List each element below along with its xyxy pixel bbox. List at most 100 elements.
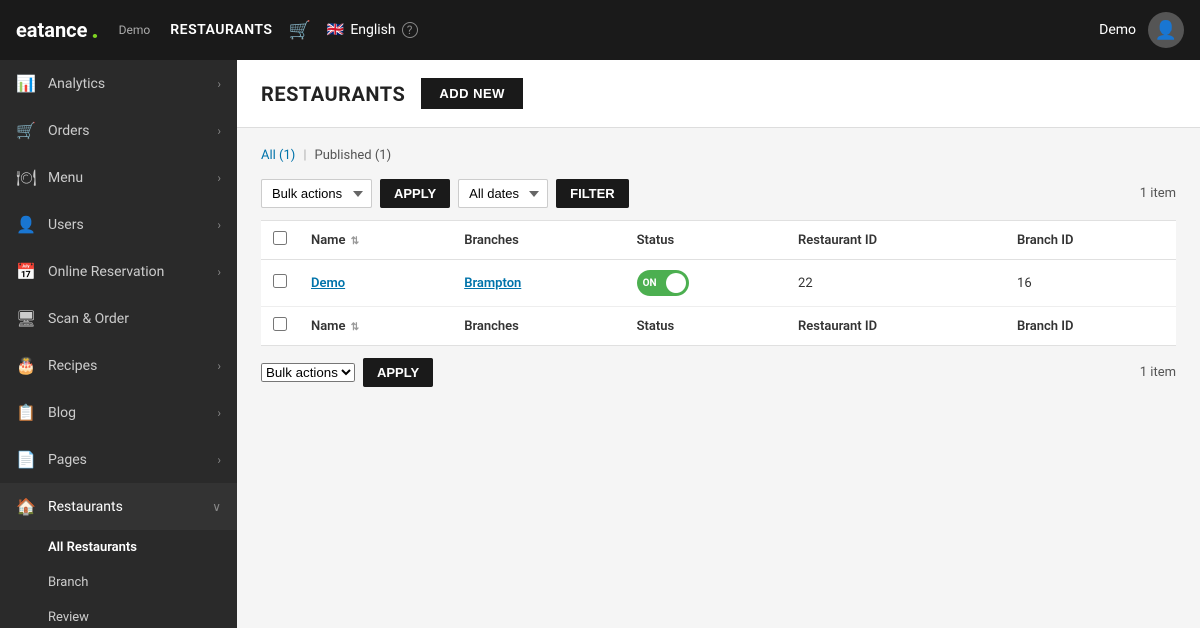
sort-icon-footer: ⇅ [351,322,359,333]
filter-tab-published[interactable]: Published (1) [315,148,392,163]
filter-button[interactable]: FILTER [556,179,629,208]
sidebar-item-scan-order[interactable]: 🖥 Scan & Order [0,295,237,342]
tab-separator: | [303,148,306,163]
footer-name[interactable]: Name ⇅ [299,307,452,346]
add-new-button[interactable]: ADD NEW [421,78,523,109]
select-all-checkbox-bottom[interactable] [273,317,287,331]
bulk-actions-select-top[interactable]: Bulk actions [261,179,372,208]
toggle-on-label: ON [643,278,657,289]
language-label: English [350,22,395,38]
bottom-filter-bar: Bulk actions APPLY 1 item [261,358,1176,387]
avatar-icon: 👤 [1155,20,1177,41]
footer-checkbox-col [261,307,299,346]
row-branch-cell: Brampton [452,260,624,307]
sidebar-subitem-review[interactable]: Review [0,600,237,628]
table-header-row: Name ⇅ Branches Status Restaurant ID Bra… [261,221,1176,260]
scan-icon: 🖥 [16,309,36,328]
row-checkbox-cell [261,260,299,307]
sidebar-subitem-branch[interactable]: Branch [0,565,237,600]
select-all-checkbox-top[interactable] [273,231,287,245]
all-count: (1) [279,148,295,163]
header-name[interactable]: Name ⇅ [299,221,452,260]
restaurant-name-link[interactable]: Demo [311,276,345,291]
sidebar-item-label: Recipes [48,358,205,374]
logo[interactable]: eatance . [16,18,99,42]
restaurants-table: Name ⇅ Branches Status Restaurant ID Bra… [261,220,1176,346]
content-header: RESTAURANTS ADD NEW [237,60,1200,128]
sidebar-item-label: Orders [48,123,205,139]
analytics-icon: 📊 [16,74,36,93]
top-filter-bar: Bulk actions APPLY All dates FILTER 1 it… [261,179,1176,208]
status-toggle-container: ON [637,270,774,296]
sidebar-item-restaurants[interactable]: 🏠 Restaurants ∨ [0,483,237,530]
sort-icon: ⇅ [351,236,359,247]
filter-tab-all[interactable]: All (1) [261,148,295,163]
row-name-cell: Demo [299,260,452,307]
logo-text: eatance [16,18,87,42]
chevron-icon: › [217,406,221,420]
header-branch-id: Branch ID [1005,221,1176,260]
sidebar-item-label: Scan & Order [48,311,221,327]
row-branch-id-cell: 16 [1005,260,1176,307]
sidebar-item-blog[interactable]: 📋 Blog › [0,389,237,436]
chevron-icon: › [217,265,221,279]
bulk-actions-select-bottom[interactable]: Bulk actions [261,363,355,382]
avatar[interactable]: 👤 [1148,12,1184,48]
chevron-icon: › [217,124,221,138]
sidebar: 📊 Analytics › 🛒 Orders › 🍽 Menu › 👤 User… [0,60,237,628]
header-restaurant-id: Restaurant ID [786,221,1005,260]
sidebar-item-orders[interactable]: 🛒 Orders › [0,107,237,154]
nav-right: Demo 👤 [1099,12,1184,48]
page-title: RESTAURANTS [261,82,405,106]
sidebar-subitem-all-restaurants[interactable]: All Restaurants [0,530,237,565]
item-count-bottom: 1 item [1140,365,1176,380]
sidebar-item-pages[interactable]: 📄 Pages › [0,436,237,483]
date-filter-select[interactable]: All dates [458,179,548,208]
help-icon[interactable]: ? [402,22,418,38]
header-checkbox-col [261,221,299,260]
sidebar-item-label: Users [48,217,205,233]
name-label: Name [311,233,345,248]
nav-restaurants-link[interactable]: RESTAURANTS [170,22,272,38]
row-status-cell: ON [625,260,786,307]
user-name: Demo [1099,22,1136,38]
language-selector[interactable]: 🇬🇧 English ? [327,22,418,38]
restaurants-icon: 🏠 [16,497,36,516]
sidebar-item-label: Online Reservation [48,264,205,280]
apply-button-top[interactable]: APPLY [380,179,450,208]
sidebar-item-analytics[interactable]: 📊 Analytics › [0,60,237,107]
branch-link[interactable]: Brampton [464,276,521,291]
users-icon: 👤 [16,215,36,234]
sidebar-item-label: Restaurants [48,499,200,515]
sidebar-item-online-reservation[interactable]: 📅 Online Reservation › [0,248,237,295]
content-body: All (1) | Published (1) Bulk actions APP… [237,128,1200,407]
item-count-top: 1 item [1140,186,1176,201]
sidebar-item-label: Analytics [48,76,205,92]
sidebar-item-users[interactable]: 👤 Users › [0,201,237,248]
pages-icon: 📄 [16,450,36,469]
status-toggle[interactable]: ON [637,270,689,296]
chevron-icon: › [217,453,221,467]
name-label-footer: Name [311,319,345,334]
sidebar-item-menu[interactable]: 🍽 Menu › [0,154,237,201]
apply-button-bottom[interactable]: APPLY [363,358,433,387]
sidebar-item-recipes[interactable]: 🎂 Recipes › [0,342,237,389]
table-row: Demo Brampton ON [261,260,1176,307]
chevron-down-icon: ∨ [212,500,221,514]
footer-status: Status [625,307,786,346]
blog-icon: 📋 [16,403,36,422]
row-restaurant-id-cell: 22 [786,260,1005,307]
recipes-icon: 🎂 [16,356,36,375]
reservation-icon: 📅 [16,262,36,281]
footer-branch-id: Branch ID [1005,307,1176,346]
row-checkbox[interactable] [273,274,287,288]
toggle-knob [666,273,686,293]
cart-icon[interactable]: 🛒 [288,20,310,41]
sidebar-item-label: Menu [48,170,205,186]
sidebar-item-label: Pages [48,452,205,468]
flag-icon: 🇬🇧 [327,22,344,38]
menu-icon: 🍽 [16,168,36,187]
top-navigation: eatance . Demo RESTAURANTS 🛒 🇬🇧 English … [0,0,1200,60]
demo-badge: Demo [119,23,151,37]
orders-icon: 🛒 [16,121,36,140]
